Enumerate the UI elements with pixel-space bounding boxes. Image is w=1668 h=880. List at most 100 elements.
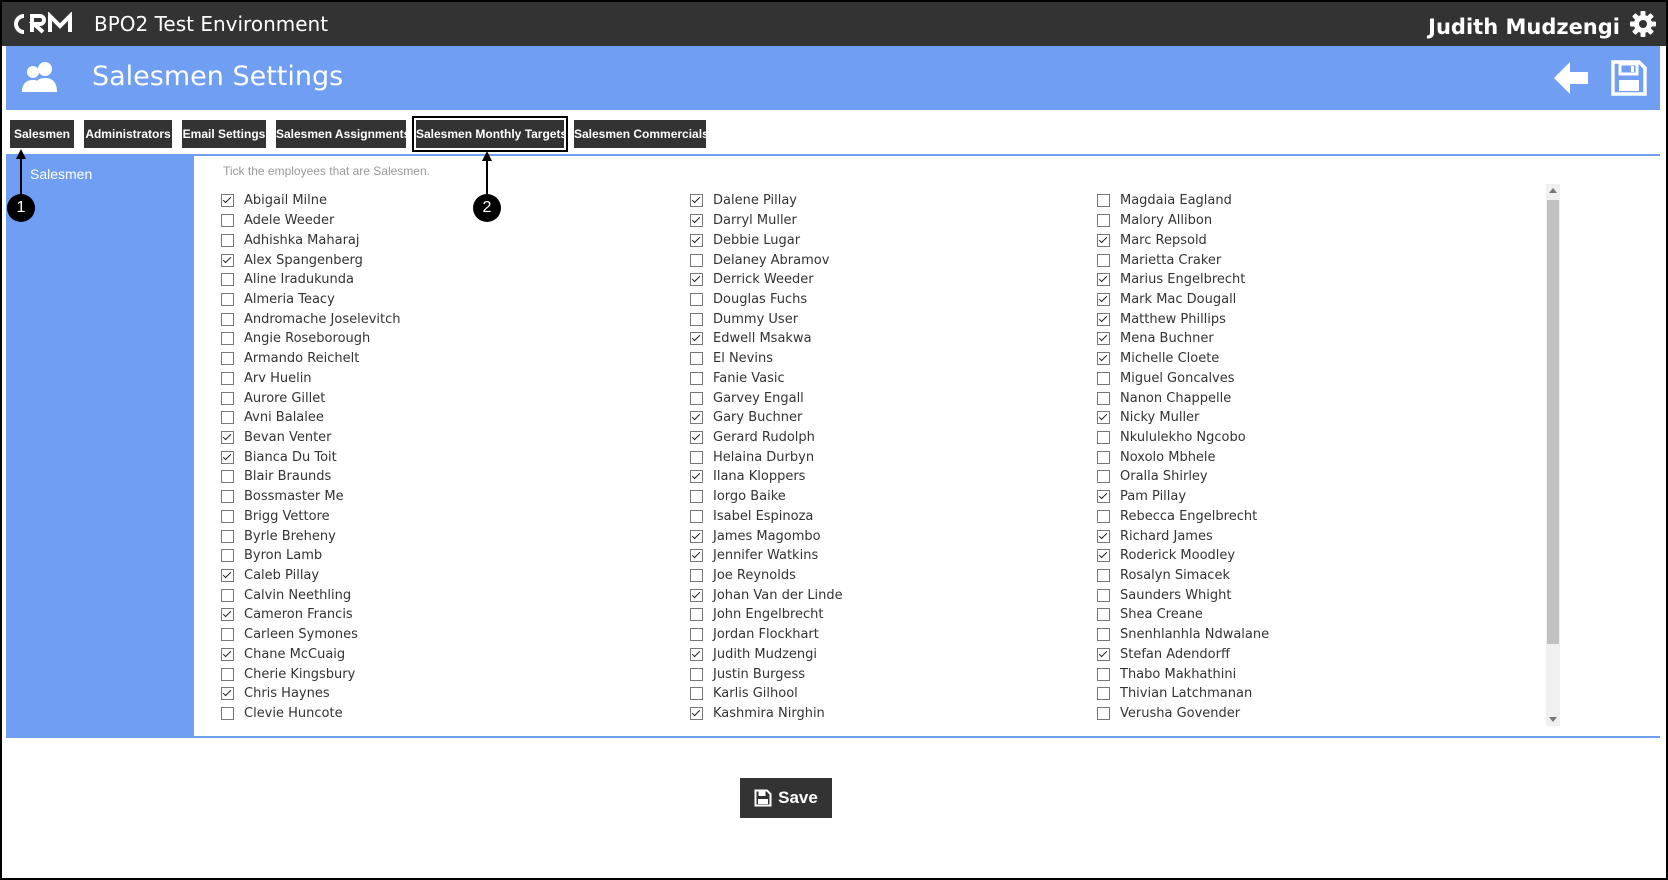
checkbox-checked[interactable]	[1097, 647, 1110, 661]
employee-row[interactable]: Verusha Govender	[1097, 704, 1269, 724]
employee-row[interactable]: Dummy User	[690, 309, 843, 329]
sidebar-item-salesmen[interactable]: Salesmen	[30, 166, 92, 182]
employee-row[interactable]: Caleb Pillay	[221, 566, 401, 586]
employee-row[interactable]: Gary Buchner	[690, 408, 843, 428]
employee-row[interactable]: Byron Lamb	[221, 546, 401, 566]
checkbox-unchecked[interactable]	[1097, 371, 1110, 385]
checkbox-checked[interactable]	[1097, 490, 1110, 504]
employee-row[interactable]: Debbie Lugar	[690, 230, 843, 250]
employee-row[interactable]: Michelle Cloete	[1097, 349, 1269, 369]
checkbox-unchecked[interactable]	[221, 529, 234, 543]
checkbox-unchecked[interactable]	[221, 549, 234, 563]
employee-row[interactable]: Joe Reynolds	[690, 566, 843, 586]
checkbox-unchecked[interactable]	[221, 490, 234, 504]
scroll-up-icon[interactable]	[1549, 188, 1557, 193]
checkbox-unchecked[interactable]	[1097, 430, 1110, 444]
employee-row[interactable]: Garvey Engall	[690, 388, 843, 408]
employee-row[interactable]: Richard James	[1097, 526, 1269, 546]
employee-row[interactable]: Calvin Neethling	[221, 585, 401, 605]
employee-row[interactable]: Adhishka Maharaj	[221, 230, 401, 250]
checkbox-checked[interactable]	[221, 687, 234, 701]
checkbox-checked[interactable]	[690, 411, 703, 425]
employee-row[interactable]: Armando Reichelt	[221, 349, 401, 369]
employee-row[interactable]: Aurore Gillet	[221, 388, 401, 408]
checkbox-unchecked[interactable]	[221, 411, 234, 425]
employee-row[interactable]: Delaney Abramov	[690, 250, 843, 270]
checkbox-unchecked[interactable]	[690, 312, 703, 326]
employee-row[interactable]: Bevan Venter	[221, 428, 401, 448]
save-button[interactable]: Save	[740, 778, 832, 818]
checkbox-unchecked[interactable]	[690, 371, 703, 385]
scrollbar-thumb[interactable]	[1547, 200, 1559, 644]
checkbox-checked[interactable]	[221, 569, 234, 583]
checkbox-unchecked[interactable]	[690, 667, 703, 681]
checkbox-unchecked[interactable]	[690, 608, 703, 622]
checkbox-unchecked[interactable]	[1097, 194, 1110, 208]
employee-row[interactable]: Helaina Durbyn	[690, 447, 843, 467]
checkbox-unchecked[interactable]	[221, 628, 234, 642]
employee-row[interactable]: Thabo Makhathini	[1097, 664, 1269, 684]
checkbox-unchecked[interactable]	[221, 312, 234, 326]
checkbox-unchecked[interactable]	[221, 667, 234, 681]
checkbox-unchecked[interactable]	[221, 588, 234, 602]
employee-row[interactable]: Snenhlanhla Ndwalane	[1097, 625, 1269, 645]
checkbox-checked[interactable]	[690, 233, 703, 247]
checkbox-checked[interactable]	[1097, 549, 1110, 563]
employee-row[interactable]: Shea Creane	[1097, 605, 1269, 625]
checkbox-checked[interactable]	[690, 549, 703, 563]
employee-row[interactable]: Fanie Vasic	[690, 368, 843, 388]
checkbox-checked[interactable]	[1097, 292, 1110, 306]
employee-row[interactable]: Angie Roseborough	[221, 329, 401, 349]
employee-row[interactable]: Carleen Symones	[221, 625, 401, 645]
employee-row[interactable]: Karlis Gilhool	[690, 684, 843, 704]
checkbox-unchecked[interactable]	[690, 253, 703, 267]
checkbox-checked[interactable]	[221, 253, 234, 267]
employee-row[interactable]: Edwell Msakwa	[690, 329, 843, 349]
employee-row[interactable]: Arv Huelin	[221, 368, 401, 388]
tab-administrators[interactable]: Administrators	[84, 120, 172, 148]
tab-email-settings[interactable]: Email Settings	[182, 120, 266, 148]
checkbox-checked[interactable]	[1097, 411, 1110, 425]
tab-salesmen-assignments[interactable]: Salesmen Assignments	[276, 120, 410, 148]
checkbox-unchecked[interactable]	[221, 707, 234, 721]
checkbox-checked[interactable]	[1097, 332, 1110, 346]
employee-row[interactable]: Andromache Joselevitch	[221, 309, 401, 329]
employee-row[interactable]: Marius Engelbrecht	[1097, 270, 1269, 290]
employee-row[interactable]: Bianca Du Toit	[221, 447, 401, 467]
tab-salesmen-monthly-targets[interactable]: Salesmen Monthly Targets	[412, 116, 568, 152]
checkbox-unchecked[interactable]	[221, 509, 234, 523]
employee-row[interactable]: James Magombo	[690, 526, 843, 546]
employee-row[interactable]: Iorgo Baike	[690, 487, 843, 507]
employee-row[interactable]: Chris Haynes	[221, 684, 401, 704]
checkbox-unchecked[interactable]	[1097, 450, 1110, 464]
checkbox-unchecked[interactable]	[690, 292, 703, 306]
employee-row[interactable]: Rosalyn Simacek	[1097, 566, 1269, 586]
checkbox-checked[interactable]	[690, 430, 703, 444]
checkbox-unchecked[interactable]	[1097, 707, 1110, 721]
checkbox-unchecked[interactable]	[690, 509, 703, 523]
checkbox-checked[interactable]	[690, 529, 703, 543]
checkbox-unchecked[interactable]	[690, 569, 703, 583]
employee-row[interactable]: Nkululekho Ngcobo	[1097, 428, 1269, 448]
employee-row[interactable]: Aline Iradukunda	[221, 270, 401, 290]
employee-row[interactable]: Brigg Vettore	[221, 507, 401, 527]
employee-row[interactable]: Gerard Rudolph	[690, 428, 843, 448]
checkbox-unchecked[interactable]	[690, 687, 703, 701]
checkbox-unchecked[interactable]	[690, 450, 703, 464]
employee-row[interactable]: Almeria Teacy	[221, 290, 401, 310]
employee-row[interactable]: Marietta Craker	[1097, 250, 1269, 270]
employee-row[interactable]: Mark Mac Dougall	[1097, 290, 1269, 310]
employee-row[interactable]: Chane McCuaig	[221, 645, 401, 665]
checkbox-checked[interactable]	[1097, 352, 1110, 366]
employee-row[interactable]: Oralla Shirley	[1097, 467, 1269, 487]
employee-row[interactable]: Alex Spangenberg	[221, 250, 401, 270]
checkbox-unchecked[interactable]	[221, 391, 234, 405]
employee-row[interactable]: Avni Balalee	[221, 408, 401, 428]
checkbox-unchecked[interactable]	[1097, 391, 1110, 405]
employee-row[interactable]: Ilana Kloppers	[690, 467, 843, 487]
checkbox-checked[interactable]	[221, 194, 234, 208]
checkbox-unchecked[interactable]	[1097, 214, 1110, 228]
employee-row[interactable]: Stefan Adendorff	[1097, 645, 1269, 665]
employee-row[interactable]: Derrick Weeder	[690, 270, 843, 290]
employee-row[interactable]: Blair Braunds	[221, 467, 401, 487]
